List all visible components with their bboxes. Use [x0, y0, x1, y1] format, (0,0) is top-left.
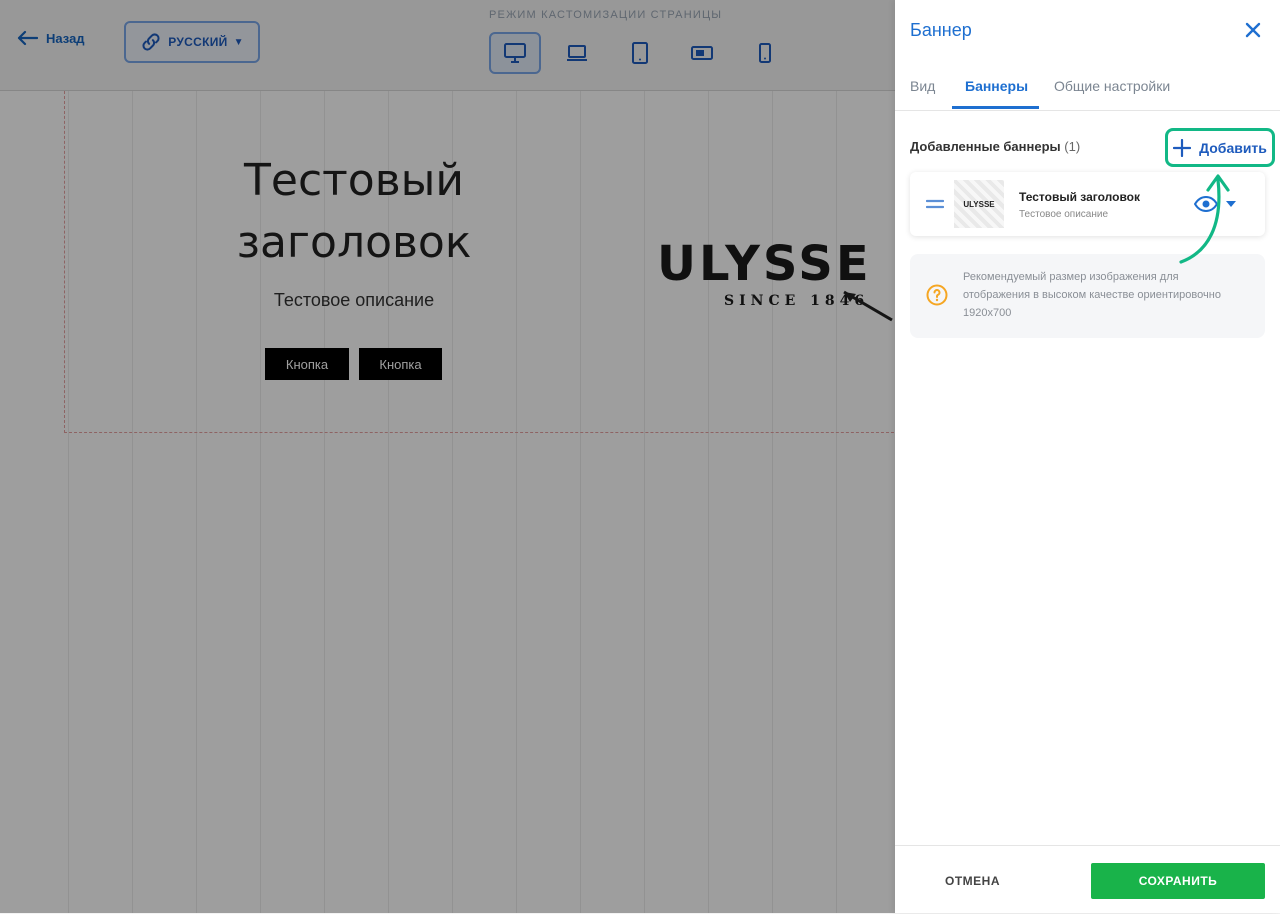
- laptop-icon: [567, 45, 587, 61]
- device-desktop-button[interactable]: [489, 32, 541, 74]
- banner-item-description: Тестовое описание: [1019, 209, 1109, 220]
- caret-down-icon: ▼: [233, 36, 244, 48]
- panel-title: Баннер: [910, 20, 972, 40]
- add-banner-button[interactable]: Добавить: [1165, 128, 1275, 167]
- tab-general-settings[interactable]: Общие настройки: [1054, 78, 1170, 94]
- info-icon: [926, 284, 948, 306]
- editor-toolbar: Назад РУССКИЙ ▼ РЕЖИМ КАСТОМИЗАЦИИ СТРАН…: [0, 0, 895, 91]
- language-label: РУССКИЙ: [168, 35, 228, 49]
- active-tab-indicator: [952, 106, 1039, 109]
- banner-title-line2: заголовок: [236, 217, 472, 268]
- panel-footer: ОТМЕНА СОХРАНИТЬ: [895, 845, 1280, 914]
- add-banner-label: Добавить: [1199, 139, 1267, 156]
- added-banners-count: (1): [1064, 139, 1081, 154]
- back-label: Назад: [46, 30, 85, 46]
- device-laptop-button[interactable]: [551, 32, 603, 74]
- link-icon: [142, 33, 160, 51]
- save-button[interactable]: СОХРАНИТЬ: [1091, 863, 1265, 899]
- tab-view[interactable]: Вид: [910, 78, 935, 94]
- tab-banners[interactable]: Баннеры: [965, 78, 1028, 94]
- tablet-icon: [632, 42, 648, 64]
- cancel-button[interactable]: ОТМЕНА: [945, 874, 1000, 888]
- brand-logo-text: ULYSSE: [657, 236, 872, 292]
- added-banners-label: Добавленные баннеры (1): [910, 139, 1080, 154]
- panel-tabs: Вид Баннеры Общие настройки: [895, 62, 1280, 111]
- device-tablet-landscape-button[interactable]: [676, 32, 728, 74]
- desktop-icon: [504, 43, 526, 63]
- banner-preview-button-2[interactable]: Кнопка: [359, 348, 442, 380]
- pointer-arrow-icon: [1179, 174, 1230, 264]
- language-select[interactable]: РУССКИЙ ▼: [124, 21, 260, 63]
- back-button[interactable]: Назад: [16, 30, 85, 46]
- pen-icon: [843, 290, 893, 322]
- banner-title-line1: Тестовый: [244, 155, 464, 206]
- banner-thumbnail: ULYSSE: [954, 180, 1004, 228]
- device-mobile-button[interactable]: [739, 32, 791, 74]
- close-icon[interactable]: [1245, 22, 1261, 38]
- image-size-hint-text: Рекомендуемый размер изображения для ото…: [963, 271, 1221, 319]
- banner-preview-description: Тестовое описание: [273, 290, 435, 310]
- banner-preview-title: Тестовый заголовок: [230, 150, 478, 274]
- mode-title: РЕЖИМ КАСТОМИЗАЦИИ СТРАНИЦЫ: [489, 9, 723, 21]
- mobile-icon: [759, 43, 771, 63]
- image-size-hint: Рекомендуемый размер изображения для ото…: [910, 254, 1265, 338]
- banner-item-title: Тестовый заголовок: [1019, 190, 1141, 204]
- banner-settings-panel: Баннер Вид Баннеры Общие настройки Добав…: [895, 0, 1280, 913]
- page-editor: Назад РУССКИЙ ▼ РЕЖИМ КАСТОМИЗАЦИИ СТРАН…: [0, 0, 895, 913]
- device-tablet-button[interactable]: [614, 32, 666, 74]
- plus-icon: [1173, 138, 1192, 157]
- banner-preview-button-1[interactable]: Кнопка: [265, 348, 349, 380]
- arrow-left-icon: [17, 30, 38, 46]
- drag-handle-icon[interactable]: [926, 199, 944, 209]
- tablet-landscape-icon: [691, 46, 713, 60]
- added-banners-text: Добавленные баннеры: [910, 139, 1061, 154]
